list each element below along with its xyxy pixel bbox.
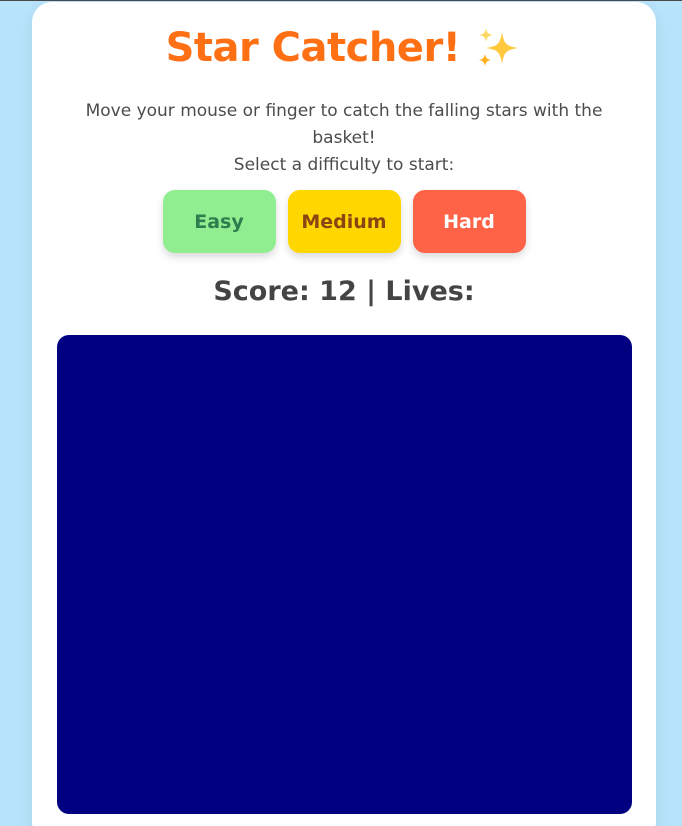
instructions: Move your mouse or finger to catch the f… bbox=[72, 98, 616, 179]
lives-label: Lives: bbox=[385, 276, 475, 307]
score-value: 12 bbox=[319, 276, 357, 307]
score-label: Score: bbox=[213, 276, 310, 307]
instructions-text: Move your mouse or finger to catch the f… bbox=[85, 101, 603, 148]
page-title: Star Catcher! bbox=[165, 25, 461, 71]
medium-button[interactable]: Medium bbox=[287, 190, 401, 253]
difficulty-buttons: Easy Medium Hard bbox=[32, 190, 656, 253]
easy-button[interactable]: Easy bbox=[162, 190, 276, 253]
game-canvas[interactable] bbox=[57, 335, 632, 814]
score-separator: | bbox=[366, 276, 377, 307]
window-top-border bbox=[0, 0, 682, 1]
hard-button[interactable]: Hard bbox=[412, 190, 526, 253]
title-row: Star Catcher! bbox=[32, 24, 656, 80]
difficulty-prompt: Select a difficulty to start: bbox=[233, 155, 455, 175]
score-display: Score: 12 | Lives: bbox=[32, 276, 656, 307]
sparkles-icon bbox=[479, 28, 519, 66]
game-card: Star Catcher! Move your mouse or finger … bbox=[32, 2, 656, 826]
